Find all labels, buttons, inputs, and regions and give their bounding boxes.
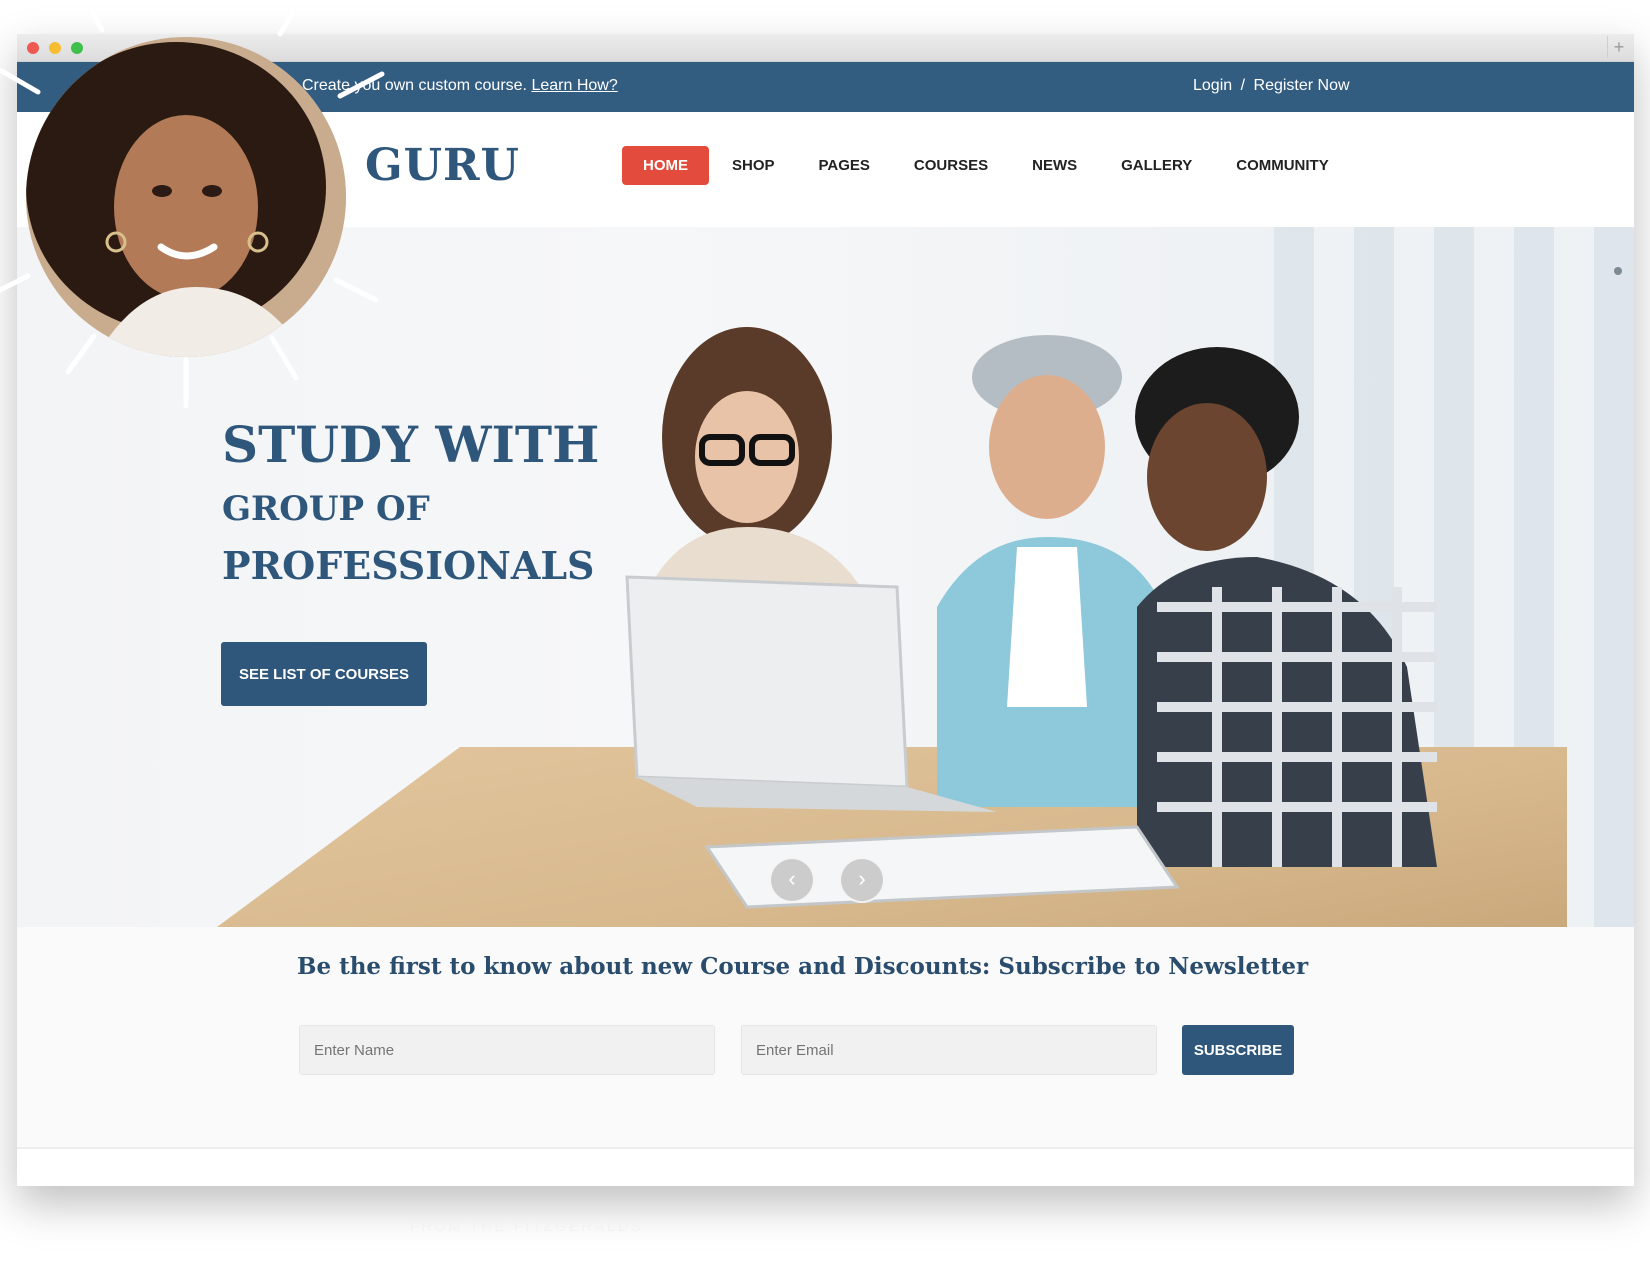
new-tab-icon[interactable]: + bbox=[1607, 36, 1630, 58]
newsletter-name-input[interactable] bbox=[299, 1025, 715, 1075]
image-credit: FROM THE FITZGERALDS bbox=[410, 1218, 644, 1234]
slider-prev-arrow-icon[interactable]: ‹ bbox=[769, 857, 815, 903]
nav-pages[interactable]: PAGES bbox=[798, 146, 891, 185]
nav-gallery[interactable]: GALLERY bbox=[1100, 146, 1213, 185]
hero-students-image bbox=[625, 327, 1437, 909]
hero-title-line-2: GROUP OF bbox=[222, 489, 430, 529]
nav-home[interactable]: HOME bbox=[622, 146, 709, 185]
login-link[interactable]: Login bbox=[1193, 77, 1232, 94]
slider-next-arrow-icon[interactable]: › bbox=[839, 857, 885, 903]
nav-shop[interactable]: SHOP bbox=[711, 146, 796, 185]
subscribe-button[interactable]: SUBSCRIBE bbox=[1182, 1025, 1294, 1075]
nav-news[interactable]: NEWS bbox=[1011, 146, 1098, 185]
auth-separator: / bbox=[1240, 77, 1246, 94]
see-list-of-courses-button[interactable]: SEE LIST OF COURSES bbox=[221, 642, 427, 706]
auth-links: Login / Register Now bbox=[1193, 77, 1350, 95]
newsletter-email-input[interactable] bbox=[741, 1025, 1157, 1075]
register-link[interactable]: Register Now bbox=[1254, 77, 1350, 94]
newsletter-title: Be the first to know about new Course an… bbox=[297, 953, 1309, 980]
nav-courses[interactable]: COURSES bbox=[893, 146, 1009, 185]
nav-community[interactable]: COMMUNITY bbox=[1215, 146, 1350, 185]
main-nav: HOME SHOP PAGES COURSES NEWS GALLERY COM… bbox=[622, 146, 1352, 185]
presenter-avatar-overlay bbox=[0, 0, 420, 430]
presenter-avatar bbox=[26, 37, 346, 357]
hero-title-line-3: PROFESSIONALS bbox=[222, 543, 595, 588]
slider-indicator[interactable] bbox=[1614, 267, 1622, 275]
learn-how-link[interactable]: Learn How? bbox=[531, 77, 617, 94]
newsletter-section: Be the first to know about new Course an… bbox=[17, 927, 1634, 1149]
